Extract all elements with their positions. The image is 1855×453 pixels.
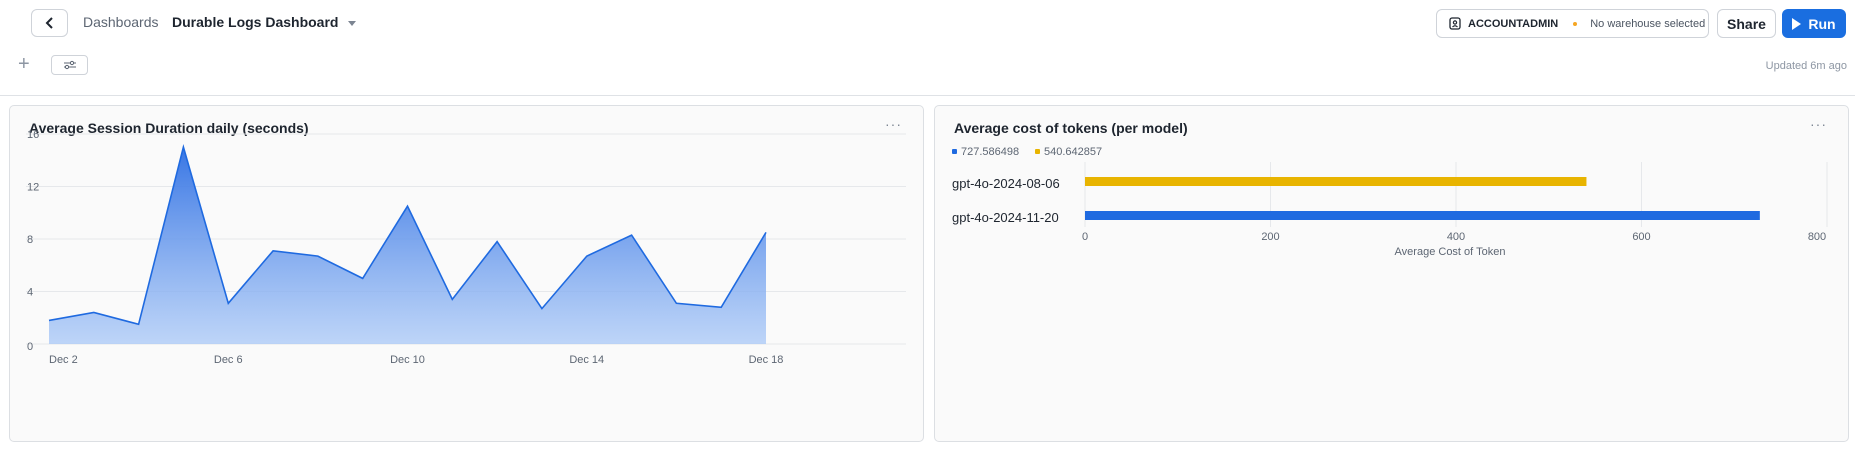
x-tick-label: 400 — [1447, 231, 1465, 243]
share-button[interactable]: Share — [1717, 9, 1776, 38]
bar — [1085, 177, 1587, 186]
legend-swatch — [1035, 149, 1040, 154]
x-tick-label: Dec 6 — [214, 354, 243, 366]
add-tile-icon[interactable]: + — [18, 54, 30, 74]
filters-button[interactable] — [51, 55, 88, 75]
role-name: ACCOUNTADMIN — [1468, 17, 1559, 30]
chevron-left-icon — [45, 17, 53, 29]
x-tick-label: 800 — [1808, 231, 1826, 243]
updated-timestamp: Updated 6m ago — [1765, 60, 1847, 72]
warning-dot-icon — [1573, 21, 1578, 26]
run-button[interactable]: Run — [1782, 9, 1846, 38]
warehouse-status: No warehouse selected — [1590, 17, 1706, 30]
y-tick-label: 0 — [27, 341, 33, 353]
y-tick-label: 8 — [27, 234, 33, 246]
dashboard-title: Durable Logs Dashboard — [172, 14, 339, 30]
caret-down-icon — [348, 20, 357, 26]
dashboard-canvas: Average Session Duration daily (seconds)… — [0, 96, 1855, 453]
legend-label: 727.586498 — [961, 146, 1019, 158]
y-tick-label: 12 — [27, 182, 39, 194]
dashboard-title-dropdown[interactable]: Durable Logs Dashboard — [172, 14, 357, 30]
dashboard-toolbar: + Updated 6m ago — [0, 50, 1855, 80]
run-label: Run — [1808, 15, 1836, 32]
role-warehouse-selector[interactable]: ACCOUNTADMIN No warehouse selected — [1436, 9, 1709, 38]
x-tick-label: 200 — [1261, 231, 1279, 243]
category-label: gpt-4o-2024-08-06 — [952, 176, 1060, 191]
back-button[interactable] — [31, 9, 68, 37]
x-tick-label: Dec 14 — [569, 354, 604, 366]
x-tick-label: Dec 18 — [749, 354, 784, 366]
y-tick-label: 16 — [27, 129, 39, 141]
x-axis-label: Average Cost of Token — [1395, 246, 1506, 258]
y-tick-label: 4 — [27, 287, 33, 299]
breadcrumb-dashboards[interactable]: Dashboards — [83, 14, 159, 30]
legend-swatch — [952, 149, 957, 154]
tile-token-cost[interactable]: Average cost of tokens (per model) ··· 7… — [934, 105, 1849, 442]
tile-session-duration[interactable]: Average Session Duration daily (seconds)… — [9, 105, 924, 442]
bar-chart: 727.586498 540.642857 gpt-4o-2024-08-06 gp… — [952, 146, 1828, 258]
x-tick-label: 600 — [1632, 231, 1650, 243]
x-tick-label: 0 — [1082, 231, 1088, 243]
bar — [1085, 211, 1760, 220]
sliders-icon — [63, 60, 76, 70]
play-icon — [1792, 17, 1802, 30]
area-series-fill — [49, 147, 766, 344]
top-bar: Dashboards Durable Logs Dashboard ACCOUN… — [0, 0, 1855, 46]
user-badge-icon — [1449, 17, 1461, 30]
legend-label: 540.642857 — [1044, 146, 1102, 158]
category-label: gpt-4o-2024-11-20 — [952, 210, 1059, 225]
area-chart: 0 4 8 12 16 Dec 2 Dec 6 Dec 10 Dec 14 Dec 18 — [26, 129, 906, 366]
x-tick-label: Dec 2 — [49, 354, 78, 366]
x-tick-label: Dec 10 — [390, 354, 425, 366]
